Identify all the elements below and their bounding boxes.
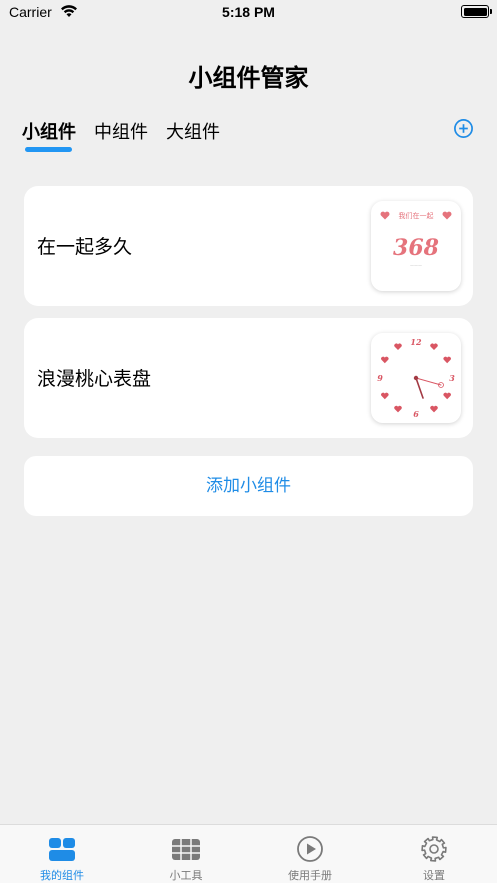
days-count: 368 bbox=[393, 235, 439, 261]
gear-icon bbox=[421, 836, 447, 862]
status-time: 5:18 PM bbox=[222, 4, 275, 20]
tab-small[interactable]: 小组件 bbox=[22, 118, 76, 144]
heart-clock-face: 12 3 6 9 bbox=[377, 337, 455, 419]
widgets-grid-icon bbox=[49, 838, 75, 861]
clock-heart-marker bbox=[443, 392, 451, 400]
clock-number-3: 3 bbox=[449, 373, 455, 383]
active-tab-indicator bbox=[25, 147, 72, 152]
status-bar: Carrier 5:18 PM bbox=[0, 0, 497, 26]
tab-label: 我的组件 bbox=[40, 869, 84, 882]
clock-heart-marker bbox=[430, 343, 438, 351]
widget-card-together[interactable]: 在一起多久 我们在一起 368 ——— bbox=[24, 186, 473, 306]
clock-heart-marker bbox=[443, 356, 451, 364]
tab-label: 小工具 bbox=[169, 869, 203, 882]
add-widget-button[interactable]: 添加小组件 bbox=[24, 456, 473, 516]
days-caption: ——— bbox=[410, 263, 422, 268]
tab-settings[interactable]: 设置 bbox=[372, 825, 496, 883]
battery-icon bbox=[461, 5, 492, 18]
clock-number-12: 12 bbox=[410, 337, 422, 347]
widget-label: 浪漫桃心表盘 bbox=[37, 368, 152, 390]
heart-icon bbox=[442, 211, 452, 220]
play-circle-icon bbox=[297, 836, 323, 862]
clock-heart-marker bbox=[430, 405, 438, 413]
clock-heart-marker bbox=[381, 356, 389, 364]
clock-number-9: 9 bbox=[377, 373, 383, 383]
widget-card-heart-clock[interactable]: 浪漫桃心表盘 12 3 6 9 bbox=[24, 318, 473, 438]
tab-large[interactable]: 大组件 bbox=[166, 118, 220, 144]
together-widget-preview: 我们在一起 368 ——— bbox=[371, 201, 461, 291]
hour-hand bbox=[415, 377, 424, 399]
tab-label: 设置 bbox=[423, 869, 445, 882]
clock-heart-marker bbox=[394, 405, 402, 413]
page-title: 小组件管家 bbox=[188, 64, 309, 92]
tab-my-widgets[interactable]: 我的组件 bbox=[0, 825, 124, 883]
widget-label: 在一起多久 bbox=[37, 236, 133, 258]
tab-tools[interactable]: 小工具 bbox=[124, 825, 248, 883]
heart-clock-preview: 12 3 6 9 bbox=[371, 333, 461, 423]
tab-label: 使用手册 bbox=[288, 869, 332, 882]
tab-manual[interactable]: 使用手册 bbox=[248, 825, 372, 883]
clock-heart-marker bbox=[381, 392, 389, 400]
size-tabs: 小组件 中组件 大组件 bbox=[22, 118, 238, 144]
minute-hand bbox=[415, 377, 442, 386]
clock-heart-marker bbox=[394, 343, 402, 351]
table-icon bbox=[172, 839, 200, 860]
clock-number-6: 6 bbox=[413, 409, 419, 419]
clock-center bbox=[413, 375, 419, 381]
tab-medium[interactable]: 中组件 bbox=[94, 118, 148, 144]
bottom-tab-bar: 我的组件 小工具 使用手册 设置 bbox=[0, 824, 497, 883]
add-circle-icon[interactable] bbox=[453, 118, 474, 139]
